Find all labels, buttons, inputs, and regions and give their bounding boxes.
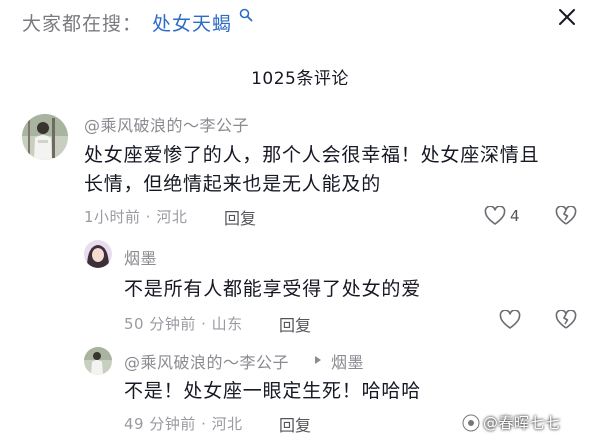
comment-text: 不是所有人都能享受得了处女的爱 (124, 278, 422, 300)
reply-button[interactable]: 回复 (279, 312, 311, 336)
like-count: 4 (510, 207, 520, 225)
comment-meta: 50 分钟前 · 山东 (124, 315, 243, 333)
broken-heart-icon[interactable] (555, 310, 577, 330)
comment-text-line: 长情，但绝情起来也是无人能及的 (84, 173, 382, 195)
reply-arrow-icon (315, 356, 321, 364)
avatar[interactable] (84, 347, 112, 375)
heart-icon[interactable] (484, 206, 506, 226)
avatar[interactable] (84, 240, 112, 268)
reply-button[interactable]: 回复 (279, 412, 311, 436)
heart-icon[interactable] (499, 310, 521, 330)
broken-heart-icon[interactable] (555, 206, 577, 226)
close-icon[interactable] (556, 6, 578, 28)
reply-button[interactable]: 回复 (224, 205, 256, 229)
top-bar: 大家都在搜： 处女天蝎 (0, 0, 600, 44)
search-icon[interactable] (239, 8, 253, 22)
comments-count: 1025条评论 (251, 69, 349, 89)
comment-username[interactable]: @乘风破浪的～李公子 (124, 349, 289, 373)
search-suggestion-link[interactable]: 处女天蝎 (152, 9, 232, 36)
comment-meta: 49 分钟前 · 河北 (124, 415, 243, 433)
avatar[interactable] (22, 114, 68, 160)
search-prefix-label: 大家都在搜： (22, 13, 143, 35)
comment-text: 不是！处女座一眼定生死！哈哈哈 (124, 380, 422, 402)
comment-text-line: 处女座爱惨了的人，那个人会很幸福！处女座深情且 (84, 144, 540, 166)
comment-username[interactable]: @乘风破浪的～李公子 (84, 112, 249, 136)
watermark-logo-icon (462, 414, 480, 432)
reply-to-username[interactable]: 烟墨 (331, 349, 364, 373)
comment-username[interactable]: 烟墨 (124, 245, 157, 269)
comment-meta: 1小时前 · 河北 (84, 208, 188, 226)
watermark: @春晖七七 (483, 414, 561, 432)
